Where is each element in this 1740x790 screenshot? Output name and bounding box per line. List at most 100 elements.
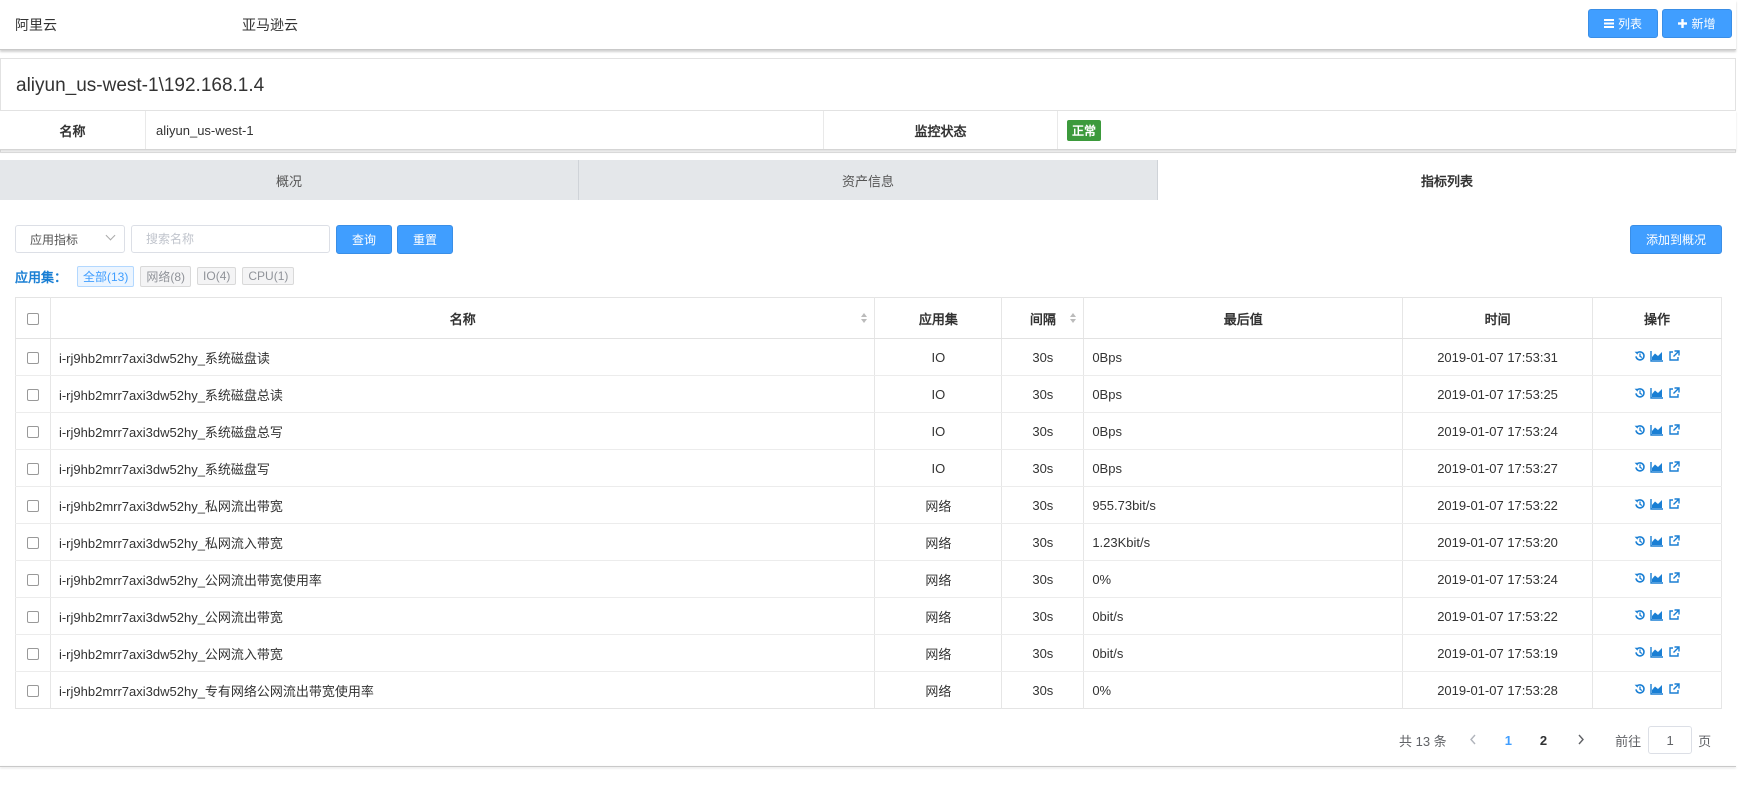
history-icon[interactable] — [1634, 350, 1646, 362]
area-chart-icon[interactable] — [1650, 646, 1664, 658]
table-header-row: 名称 应用集 间隔 最后值 时间 操作 — [15, 297, 1722, 339]
external-link-icon[interactable] — [1668, 423, 1680, 436]
area-chart-icon[interactable] — [1650, 387, 1664, 399]
area-chart-icon[interactable] — [1650, 609, 1664, 621]
row-actions — [1592, 671, 1722, 709]
chip-network[interactable]: 网络(8) — [140, 265, 192, 287]
row-app-set: 网络 — [874, 523, 1003, 561]
metrics-table: 名称 应用集 间隔 最后值 时间 操作 i-rj9hb2mrr7axi3dw52… — [15, 297, 1722, 709]
external-link-icon[interactable] — [1668, 645, 1680, 658]
tab-overview[interactable]: 概况 — [0, 160, 579, 200]
page-1[interactable]: 1 — [1505, 733, 1512, 748]
history-icon[interactable] — [1634, 609, 1646, 621]
row-select-cell — [15, 412, 51, 450]
row-checkbox[interactable] — [26, 537, 39, 550]
row-checkbox[interactable] — [26, 500, 39, 513]
history-icon[interactable] — [1634, 683, 1646, 695]
metric-type-select[interactable]: 应用指标 — [15, 225, 125, 253]
external-link-icon[interactable] — [1668, 534, 1680, 547]
page-2[interactable]: 2 — [1540, 733, 1547, 748]
history-icon[interactable] — [1634, 646, 1646, 658]
header-interval[interactable]: 间隔 — [1001, 297, 1085, 339]
row-name: i-rj9hb2mrr7axi3dw52hy_私网流入带宽 — [50, 523, 876, 561]
area-chart-icon[interactable] — [1650, 498, 1664, 510]
tab-bar: 概况 资产信息 指标列表 — [0, 160, 1736, 200]
plus-icon — [1678, 19, 1688, 28]
history-icon[interactable] — [1634, 461, 1646, 473]
row-select-cell — [15, 486, 51, 524]
row-actions — [1592, 523, 1722, 561]
reset-button[interactable]: 重置 — [397, 225, 453, 254]
area-chart-icon[interactable] — [1650, 461, 1664, 473]
select-all-checkbox[interactable] — [26, 313, 39, 326]
row-checkbox[interactable] — [26, 574, 39, 587]
goto-page-input[interactable] — [1648, 726, 1693, 754]
cloud-tab-aliyun[interactable]: 阿里云 — [15, 15, 57, 35]
row-interval: 30s — [1001, 412, 1085, 450]
row-select-cell — [15, 560, 51, 598]
row-checkbox[interactable] — [26, 463, 39, 476]
external-link-icon[interactable] — [1668, 386, 1680, 399]
area-chart-icon[interactable] — [1650, 535, 1664, 547]
row-checkbox[interactable] — [26, 352, 39, 365]
row-select-cell — [15, 523, 51, 561]
row-actions — [1592, 486, 1722, 524]
external-link-icon[interactable] — [1668, 349, 1680, 362]
row-interval: 30s — [1001, 486, 1085, 524]
chip-io[interactable]: IO(4) — [197, 267, 237, 285]
external-link-icon[interactable] — [1668, 497, 1680, 510]
header-name[interactable]: 名称 — [50, 297, 876, 339]
row-select-cell — [15, 671, 51, 709]
list-button[interactable]: 列表 — [1588, 9, 1658, 38]
row-time: 2019-01-07 17:53:24 — [1402, 560, 1594, 598]
row-time: 2019-01-07 17:53:22 — [1402, 597, 1594, 635]
area-chart-icon[interactable] — [1650, 424, 1664, 436]
query-button[interactable]: 查询 — [336, 225, 392, 254]
prev-page-button[interactable] — [1469, 733, 1477, 748]
row-interval: 30s — [1001, 375, 1085, 413]
header-last-value: 最后值 — [1083, 297, 1404, 339]
row-interval: 30s — [1001, 597, 1085, 635]
row-name: i-rj9hb2mrr7axi3dw52hy_系统磁盘总读 — [50, 375, 876, 413]
row-checkbox[interactable] — [26, 648, 39, 661]
next-page-button[interactable] — [1577, 733, 1585, 748]
tab-metric-list[interactable]: 指标列表 — [1158, 160, 1736, 200]
history-icon[interactable] — [1634, 498, 1646, 510]
row-name: i-rj9hb2mrr7axi3dw52hy_公网流入带宽 — [50, 634, 876, 672]
chip-all[interactable]: 全部(13) — [77, 265, 135, 287]
row-select-cell — [15, 449, 51, 487]
history-icon[interactable] — [1634, 535, 1646, 547]
row-app-set: IO — [874, 449, 1003, 487]
search-input[interactable] — [131, 225, 330, 253]
history-icon[interactable] — [1634, 424, 1646, 436]
row-select-cell — [15, 597, 51, 635]
history-icon[interactable] — [1634, 387, 1646, 399]
row-app-set: 网络 — [874, 671, 1003, 709]
row-time: 2019-01-07 17:53:24 — [1402, 412, 1594, 450]
app-set-label: 应用集： — [15, 269, 68, 285]
row-interval: 30s — [1001, 634, 1085, 672]
row-time: 2019-01-07 17:53:22 — [1402, 486, 1594, 524]
row-last-value: 0Bps — [1083, 375, 1404, 413]
row-checkbox[interactable] — [26, 611, 39, 624]
row-last-value: 1.23Kbit/s — [1083, 523, 1404, 561]
row-checkbox[interactable] — [26, 426, 39, 439]
row-checkbox[interactable] — [26, 389, 39, 402]
add-to-overview-button[interactable]: 添加到概况 — [1630, 225, 1722, 254]
external-link-icon[interactable] — [1668, 460, 1680, 473]
cloud-tab-aws[interactable]: 亚马逊云 — [242, 15, 298, 35]
chevron-down-icon — [105, 230, 116, 241]
table-row: i-rj9hb2mrr7axi3dw52hy_公网流出带宽 网络 30s 0bit/s… — [15, 597, 1722, 635]
history-icon[interactable] — [1634, 572, 1646, 584]
chip-cpu[interactable]: CPU(1) — [242, 267, 295, 285]
external-link-icon[interactable] — [1668, 571, 1680, 584]
header-select-all — [15, 297, 51, 339]
add-button[interactable]: 新增 — [1662, 9, 1732, 38]
external-link-icon[interactable] — [1668, 682, 1680, 695]
tab-asset-info[interactable]: 资产信息 — [579, 160, 1158, 200]
area-chart-icon[interactable] — [1650, 683, 1664, 695]
external-link-icon[interactable] — [1668, 608, 1680, 621]
area-chart-icon[interactable] — [1650, 350, 1664, 362]
row-checkbox[interactable] — [26, 685, 39, 698]
area-chart-icon[interactable] — [1650, 572, 1664, 584]
